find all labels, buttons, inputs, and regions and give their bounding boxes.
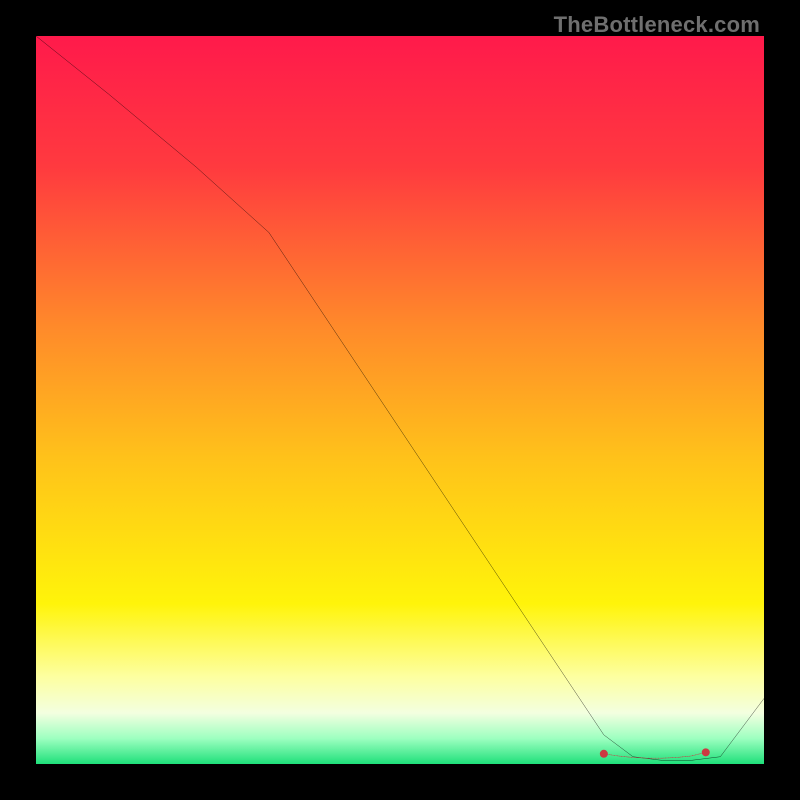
plot-area bbox=[36, 36, 764, 764]
optimal-range bbox=[600, 748, 710, 758]
chart-frame: TheBottleneck.com bbox=[0, 0, 800, 800]
chart-svg bbox=[36, 36, 764, 764]
bottleneck-curve bbox=[36, 36, 764, 760]
watermark-text: TheBottleneck.com bbox=[554, 12, 760, 38]
